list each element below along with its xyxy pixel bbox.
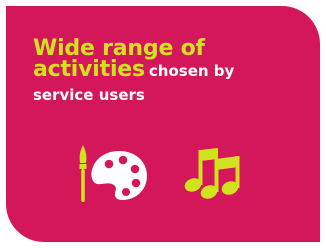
paintbrush-icon — [79, 145, 87, 202]
headline-activities: activities — [33, 57, 145, 82]
headline: Wide range of activities chosen by servic… — [33, 38, 234, 103]
activities-card: Wide range of activities chosen by servic… — [6, 6, 320, 242]
headline-service-users: service users — [33, 86, 145, 104]
headline-line-2: activities chosen by — [33, 59, 234, 81]
palette-icon — [91, 151, 147, 200]
activity-icons — [76, 144, 266, 204]
headline-chosen-by: chosen by — [148, 62, 235, 80]
music-notes-icon — [184, 148, 240, 199]
